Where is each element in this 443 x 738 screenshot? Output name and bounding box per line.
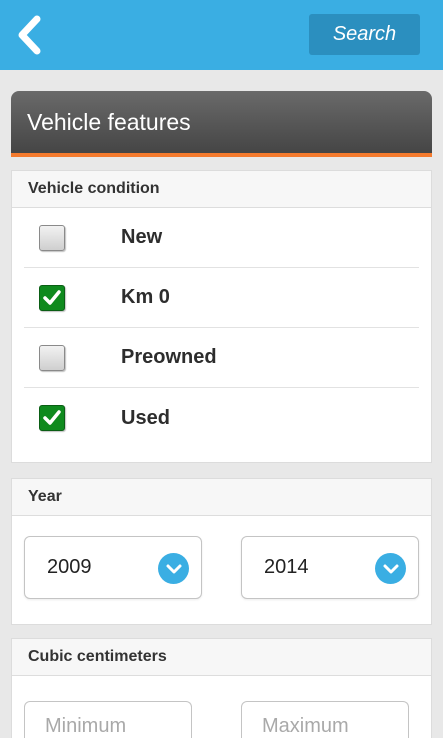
condition-label: New <box>121 226 163 248</box>
checkbox-preowned[interactable] <box>39 344 65 371</box>
year-title: Year <box>12 479 431 516</box>
condition-label: Used <box>121 406 170 429</box>
condition-option-preowned[interactable]: Preowned <box>24 328 419 388</box>
vehicle-condition-panel: Vehicle condition New Km 0 Preowned Used <box>11 170 432 463</box>
year-from-value: 2009 <box>47 556 92 578</box>
search-button[interactable]: Search <box>309 14 420 55</box>
condition-label: Preowned <box>121 346 217 368</box>
cubic-centimeters-panel: Cubic centimeters <box>11 638 432 738</box>
top-bar: Search <box>0 0 443 70</box>
page-title: Vehicle features <box>27 108 191 135</box>
checkbox-used[interactable] <box>39 405 65 431</box>
condition-option-used[interactable]: Used <box>24 388 419 448</box>
checkmark-icon <box>43 289 61 305</box>
chevron-down-icon <box>375 553 406 584</box>
checkbox-new[interactable] <box>39 224 65 251</box>
section-header-vehicle-features: Vehicle features <box>11 91 432 157</box>
condition-list: New Km 0 Preowned Used <box>12 208 431 448</box>
year-panel: Year 2009 2014 <box>11 478 432 625</box>
condition-option-km0[interactable]: Km 0 <box>24 268 419 328</box>
chevron-down-icon <box>158 553 189 584</box>
vehicle-condition-title: Vehicle condition <box>12 171 431 208</box>
cc-maximum-input[interactable] <box>241 701 409 738</box>
back-button[interactable] <box>12 13 46 57</box>
year-to-value: 2014 <box>264 556 309 578</box>
cc-minimum-input[interactable] <box>24 701 192 738</box>
checkmark-icon <box>43 410 61 425</box>
year-to-select[interactable]: 2014 <box>241 536 419 599</box>
cubic-centimeters-title: Cubic centimeters <box>12 639 431 676</box>
condition-label: Km 0 <box>121 286 170 308</box>
chevron-left-icon <box>18 15 41 55</box>
checkbox-km0[interactable] <box>39 284 65 311</box>
condition-option-new[interactable]: New <box>24 208 419 268</box>
year-from-select[interactable]: 2009 <box>24 536 202 599</box>
